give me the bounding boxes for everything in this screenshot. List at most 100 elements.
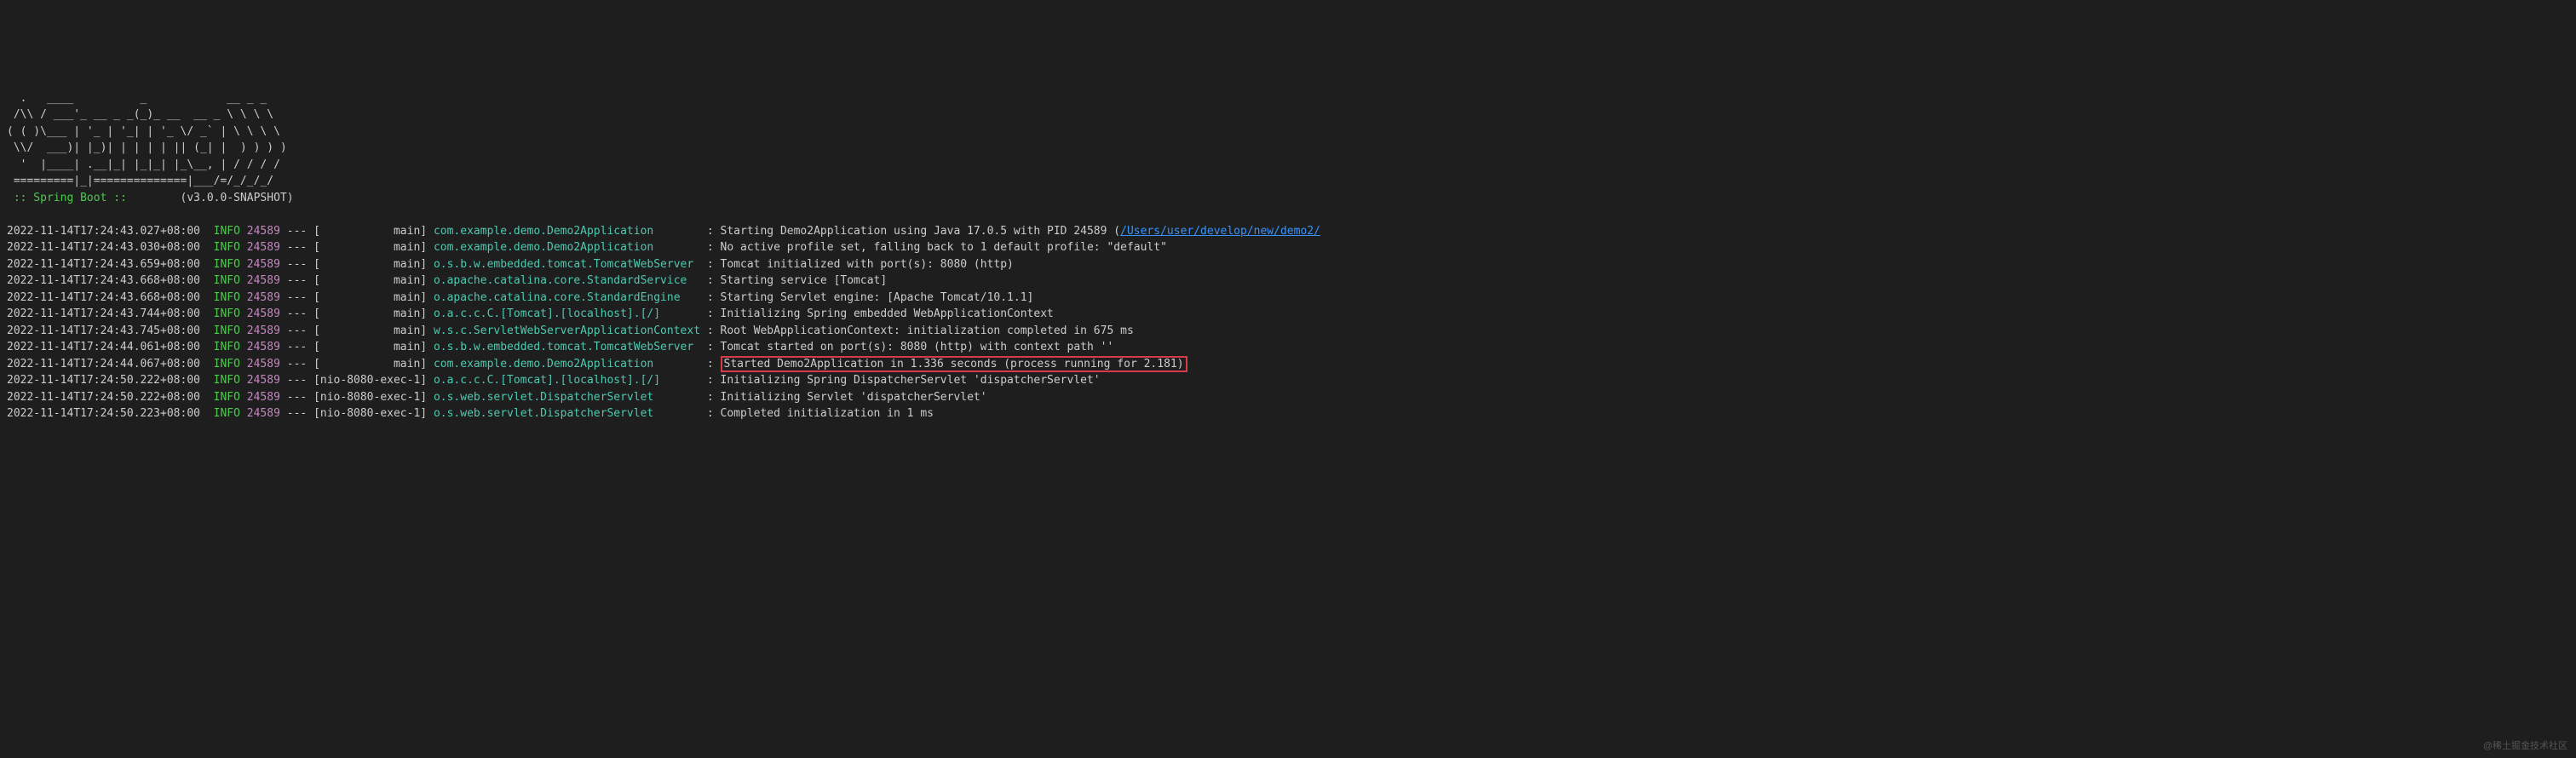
- log-block: 2022-11-14T17:24:43.027+08:00 INFO 24589…: [7, 223, 2569, 422]
- log-pid: 24589: [247, 358, 280, 370]
- log-thread: [ main]: [313, 341, 434, 353]
- log-timestamp: 2022-11-14T17:24:43.668+08:00: [7, 291, 200, 304]
- log-logger: o.a.c.c.C.[Tomcat].[localhost].[/]: [434, 374, 700, 387]
- spring-boot-version: (v3.0.0-SNAPSHOT): [181, 192, 294, 204]
- log-pid: 24589: [247, 225, 280, 238]
- log-message: Starting service [Tomcat]: [721, 274, 888, 287]
- log-separator: ---: [280, 291, 313, 304]
- log-thread: [ main]: [313, 307, 434, 320]
- log-separator: ---: [280, 391, 313, 404]
- log-line: 2022-11-14T17:24:43.030+08:00 INFO 24589…: [7, 239, 2569, 256]
- log-logger: o.s.web.servlet.DispatcherServlet: [434, 391, 700, 404]
- log-thread: [ main]: [313, 358, 434, 370]
- log-logger: o.s.b.w.embedded.tomcat.TomcatWebServer: [434, 341, 700, 353]
- log-highlight-box: Started Demo2Application in 1.336 second…: [721, 356, 1187, 372]
- log-level: INFO: [214, 374, 240, 387]
- log-separator: ---: [280, 358, 313, 370]
- log-colon: :: [700, 241, 720, 254]
- log-logger: com.example.demo.Demo2Application: [434, 358, 700, 370]
- log-timestamp: 2022-11-14T17:24:44.067+08:00: [7, 358, 200, 370]
- log-timestamp: 2022-11-14T17:24:50.222+08:00: [7, 374, 200, 387]
- log-line: 2022-11-14T17:24:44.067+08:00 INFO 24589…: [7, 356, 2569, 373]
- banner-line: . ____ _ __ _ _: [7, 92, 267, 105]
- log-message: Initializing Spring embedded WebApplicat…: [721, 307, 1054, 320]
- log-line: 2022-11-14T17:24:43.027+08:00 INFO 24589…: [7, 223, 2569, 240]
- log-level: INFO: [214, 274, 240, 287]
- log-level: INFO: [214, 324, 240, 337]
- log-line: 2022-11-14T17:24:43.668+08:00 INFO 24589…: [7, 273, 2569, 290]
- log-logger: o.a.c.c.C.[Tomcat].[localhost].[/]: [434, 307, 700, 320]
- log-message: Completed initialization in 1 ms: [721, 407, 934, 420]
- log-colon: :: [700, 274, 720, 287]
- log-timestamp: 2022-11-14T17:24:43.659+08:00: [7, 258, 200, 271]
- log-line: 2022-11-14T17:24:50.222+08:00 INFO 24589…: [7, 372, 2569, 389]
- log-logger: com.example.demo.Demo2Application: [434, 241, 700, 254]
- terminal-output: . ____ _ __ _ _ /\\ / ___'_ __ _ _(_)_ _…: [7, 73, 2569, 439]
- banner-line: ' |____| .__|_| |_|_| |_\__, | / / / /: [7, 158, 280, 171]
- log-logger: com.example.demo.Demo2Application: [434, 225, 700, 238]
- log-line: 2022-11-14T17:24:50.222+08:00 INFO 24589…: [7, 389, 2569, 406]
- log-pid: 24589: [247, 274, 280, 287]
- banner-line: /\\ / ___'_ __ _ _(_)_ __ __ _ \ \ \ \: [7, 108, 273, 121]
- log-timestamp: 2022-11-14T17:24:50.222+08:00: [7, 391, 200, 404]
- log-thread: [nio-8080-exec-1]: [313, 391, 434, 404]
- log-message: Started Demo2Application in 1.336 second…: [724, 358, 1184, 370]
- banner-line: \\/ ___)| |_)| | | | | || (_| | ) ) ) ): [7, 141, 287, 154]
- log-thread: [ main]: [313, 241, 434, 254]
- log-logger: o.apache.catalina.core.StandardEngine: [434, 291, 700, 304]
- log-timestamp: 2022-11-14T17:24:43.027+08:00: [7, 225, 200, 238]
- log-level: INFO: [214, 358, 240, 370]
- log-line: 2022-11-14T17:24:50.223+08:00 INFO 24589…: [7, 405, 2569, 422]
- log-thread: [ main]: [313, 225, 434, 238]
- log-level: INFO: [214, 341, 240, 353]
- spring-banner: . ____ _ __ _ _ /\\ / ___'_ __ _ _(_)_ _…: [7, 90, 2569, 207]
- log-separator: ---: [280, 324, 313, 337]
- log-colon: :: [700, 358, 720, 370]
- log-line: 2022-11-14T17:24:43.659+08:00 INFO 24589…: [7, 256, 2569, 273]
- log-separator: ---: [280, 258, 313, 271]
- log-message: Initializing Servlet 'dispatcherServlet': [721, 391, 987, 404]
- log-logger: o.s.b.w.embedded.tomcat.TomcatWebServer: [434, 258, 700, 271]
- log-pid: 24589: [247, 341, 280, 353]
- spring-boot-label: :: Spring Boot ::: [7, 192, 134, 204]
- log-message: Starting Demo2Application using Java 17.…: [721, 225, 1121, 238]
- log-line: 2022-11-14T17:24:44.061+08:00 INFO 24589…: [7, 339, 2569, 356]
- log-path-link[interactable]: /Users/user/develop/new/demo2/: [1120, 225, 1320, 238]
- log-pid: 24589: [247, 324, 280, 337]
- log-level: INFO: [214, 391, 240, 404]
- log-timestamp: 2022-11-14T17:24:50.223+08:00: [7, 407, 200, 420]
- log-pid: 24589: [247, 258, 280, 271]
- log-separator: ---: [280, 225, 313, 238]
- log-pid: 24589: [247, 241, 280, 254]
- log-separator: ---: [280, 274, 313, 287]
- log-logger: o.apache.catalina.core.StandardService: [434, 274, 700, 287]
- log-separator: ---: [280, 241, 313, 254]
- log-pid: 24589: [247, 407, 280, 420]
- log-line: 2022-11-14T17:24:43.744+08:00 INFO 24589…: [7, 306, 2569, 323]
- log-message: Tomcat started on port(s): 8080 (http) w…: [721, 341, 1114, 353]
- log-message: Initializing Spring DispatcherServlet 'd…: [721, 374, 1101, 387]
- log-pid: 24589: [247, 307, 280, 320]
- log-colon: :: [700, 374, 720, 387]
- log-message: Root WebApplicationContext: initializati…: [721, 324, 1134, 337]
- log-message: No active profile set, falling back to 1…: [721, 241, 1167, 254]
- log-line: 2022-11-14T17:24:43.668+08:00 INFO 24589…: [7, 290, 2569, 307]
- log-pid: 24589: [247, 291, 280, 304]
- log-timestamp: 2022-11-14T17:24:43.030+08:00: [7, 241, 200, 254]
- log-thread: [ main]: [313, 291, 434, 304]
- log-thread: [ main]: [313, 274, 434, 287]
- log-colon: :: [700, 341, 720, 353]
- log-thread: [nio-8080-exec-1]: [313, 374, 434, 387]
- log-separator: ---: [280, 307, 313, 320]
- log-message: Starting Servlet engine: [Apache Tomcat/…: [721, 291, 1034, 304]
- log-timestamp: 2022-11-14T17:24:43.668+08:00: [7, 274, 200, 287]
- log-message: Tomcat initialized with port(s): 8080 (h…: [721, 258, 1014, 271]
- log-separator: ---: [280, 407, 313, 420]
- log-logger: o.s.web.servlet.DispatcherServlet: [434, 407, 700, 420]
- log-colon: :: [700, 225, 720, 238]
- log-line: 2022-11-14T17:24:43.745+08:00 INFO 24589…: [7, 323, 2569, 340]
- log-colon: :: [700, 391, 720, 404]
- log-pid: 24589: [247, 374, 280, 387]
- log-level: INFO: [214, 225, 240, 238]
- log-thread: [ main]: [313, 324, 434, 337]
